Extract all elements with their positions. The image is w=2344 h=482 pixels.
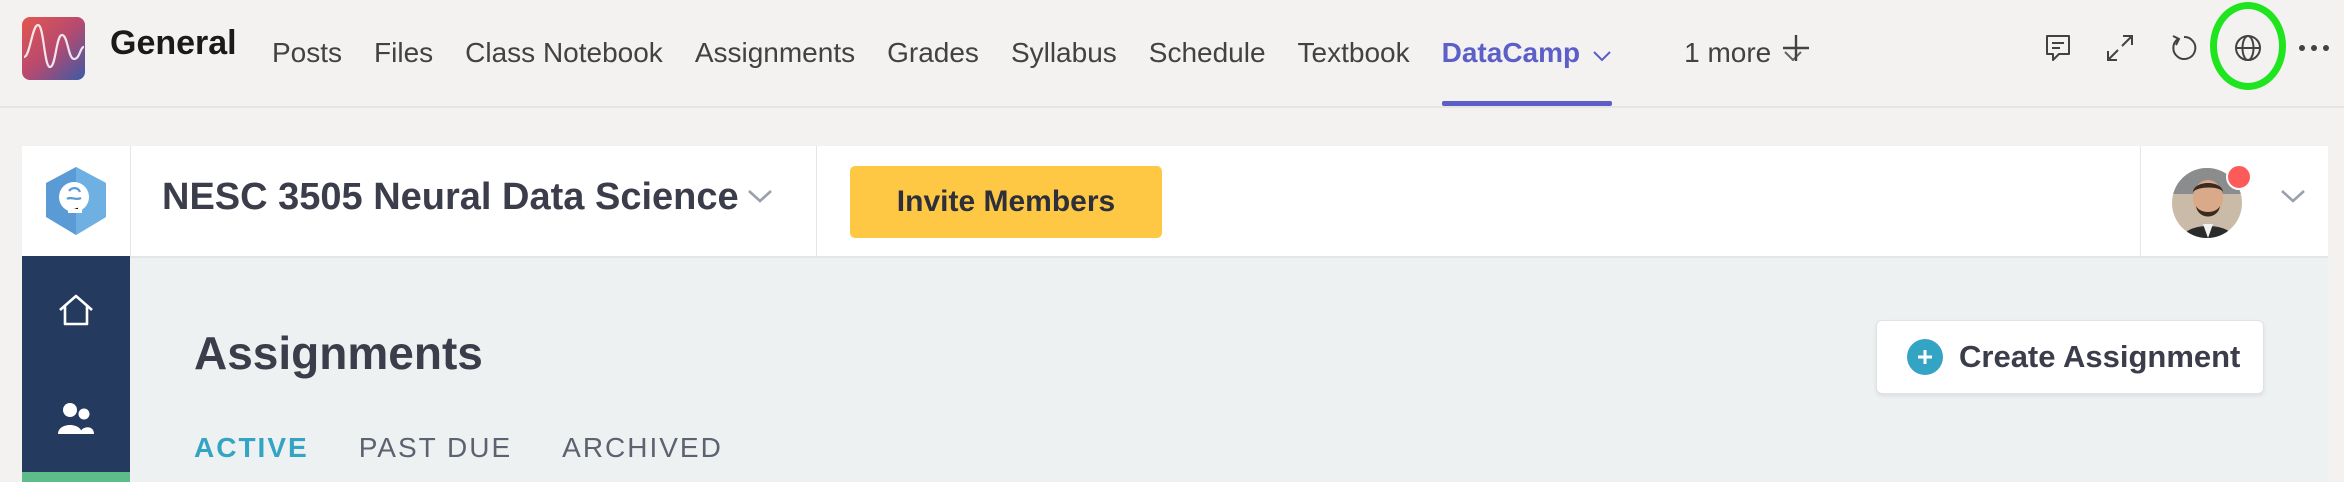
channel-avatar	[22, 17, 85, 80]
assignments-panel: Assignments Create Assignment ACTIVE PAS…	[130, 258, 2328, 482]
tab-files[interactable]: Files	[374, 0, 433, 106]
tab-more-label: 1 more	[1684, 37, 1772, 68]
home-button[interactable]	[50, 284, 102, 336]
tab-past-due[interactable]: PAST DUE	[359, 432, 512, 464]
divider	[2140, 146, 2141, 256]
add-tab-button[interactable]	[1774, 26, 1818, 70]
page-title: Assignments	[194, 327, 483, 379]
group-title[interactable]: NESC 3505 Neural Data Science	[162, 176, 739, 219]
datacamp-sidebar	[22, 256, 130, 482]
expand-icon	[2107, 35, 2133, 61]
brain-shield-icon	[46, 167, 106, 235]
tab-datacamp-label: DataCamp	[1441, 37, 1581, 68]
tab-assignments[interactable]: Assignments	[695, 0, 855, 106]
chevron-down-icon[interactable]	[2280, 188, 2306, 209]
members-button[interactable]	[50, 392, 102, 444]
create-assignment-label: Create Assignment	[1959, 339, 2241, 374]
users-icon	[58, 403, 94, 434]
sidebar-active-indicator	[22, 472, 130, 482]
datacamp-header: NESC 3505 Neural Data Science Invite Mem…	[22, 146, 2328, 256]
tab-active[interactable]: ACTIVE	[194, 432, 309, 464]
expand-button[interactable]	[2100, 28, 2140, 68]
channel-tabs: Posts Files Class Notebook Assignments G…	[272, 0, 1835, 106]
tab-textbook[interactable]: Textbook	[1298, 0, 1410, 106]
conversation-button[interactable]	[2038, 28, 2078, 68]
home-icon	[59, 294, 93, 326]
chevron-down-icon[interactable]	[747, 188, 773, 209]
divider	[0, 106, 2344, 108]
tab-archived[interactable]: ARCHIVED	[562, 432, 723, 464]
highlight-circle	[2210, 2, 2286, 90]
plus-icon	[1783, 35, 1809, 61]
tab-grades[interactable]: Grades	[887, 0, 979, 106]
divider	[816, 146, 817, 256]
tab-class-notebook[interactable]: Class Notebook	[465, 0, 663, 106]
chevron-down-icon	[1592, 37, 1612, 69]
tab-syllabus[interactable]: Syllabus	[1011, 0, 1117, 106]
refresh-button[interactable]	[2164, 28, 2204, 68]
notification-dot	[2226, 164, 2252, 190]
more-options-button[interactable]	[2294, 28, 2334, 68]
assignment-status-tabs: ACTIVE PAST DUE ARCHIVED	[194, 432, 773, 464]
more-options-icon	[2299, 45, 2329, 51]
tab-schedule[interactable]: Schedule	[1149, 0, 1266, 106]
tab-datacamp[interactable]: DataCamp	[1441, 0, 1613, 106]
channel-name: General	[110, 24, 237, 62]
plus-circle-icon	[1907, 339, 1943, 375]
teams-top-bar: General Posts Files Class Notebook Assig…	[0, 0, 2344, 106]
create-assignment-button[interactable]: Create Assignment	[1876, 320, 2264, 394]
datacamp-logo[interactable]	[22, 146, 131, 256]
invite-members-button[interactable]: Invite Members	[850, 166, 1162, 238]
tab-posts[interactable]: Posts	[272, 0, 342, 106]
conversation-icon	[2046, 35, 2070, 61]
refresh-icon	[2172, 35, 2197, 60]
